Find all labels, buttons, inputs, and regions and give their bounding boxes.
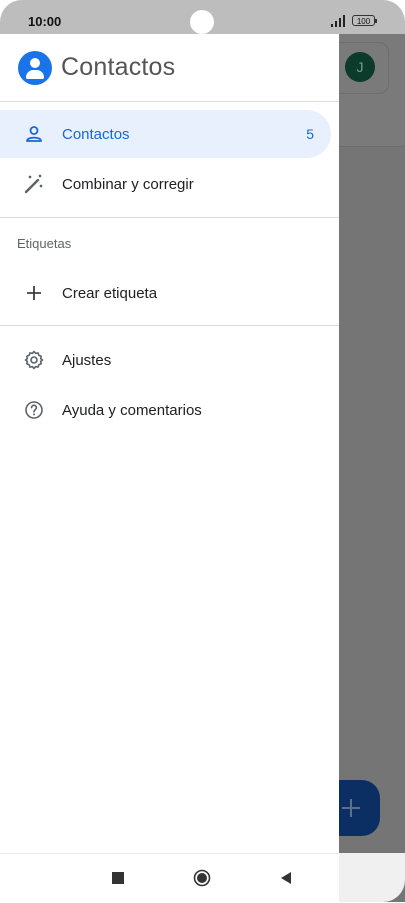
status-bar: 10:00 100 <box>0 0 405 34</box>
divider <box>0 325 339 326</box>
status-time: 10:00 <box>28 14 62 29</box>
nav-item-label: Crear etiqueta <box>62 285 158 302</box>
app-title: Contactos <box>61 53 176 81</box>
person-icon <box>26 126 42 142</box>
nav-item-help[interactable]: Ayuda y comentarios <box>0 386 331 434</box>
scrim[interactable] <box>339 34 405 902</box>
signal-icon <box>331 15 345 27</box>
nav-item-merge-fix[interactable]: Combinar y corregir <box>0 160 331 208</box>
triangle-icon[interactable] <box>279 871 293 885</box>
navigation-drawer: Contactos Contactos 5 Combinar y corregi… <box>0 34 339 853</box>
magic-wand-icon <box>24 174 43 194</box>
background-avatar: J <box>345 52 375 82</box>
system-nav-bar <box>0 853 339 903</box>
nav-item-label: Contactos <box>62 126 130 143</box>
background-bottom <box>339 853 405 902</box>
contacts-count: 5 <box>306 126 314 142</box>
help-circle-icon <box>25 401 43 419</box>
square-icon[interactable] <box>112 872 124 884</box>
divider <box>0 217 339 218</box>
contacts-logo-icon <box>18 51 52 85</box>
circle-icon[interactable] <box>193 869 211 887</box>
battery-icon: 100 <box>352 15 377 26</box>
front-camera <box>190 10 214 34</box>
gear-icon <box>24 350 44 370</box>
nav-item-contacts[interactable]: Contactos 5 <box>0 110 331 158</box>
nav-item-label: Ayuda y comentarios <box>62 402 202 419</box>
nav-item-label: Ajustes <box>62 352 112 369</box>
nav-item-create-label[interactable]: Crear etiqueta <box>0 269 331 317</box>
nav-item-settings[interactable]: Ajustes <box>0 336 331 384</box>
plus-icon <box>27 286 41 300</box>
nav-item-label: Combinar y corregir <box>62 176 194 193</box>
labels-section-heading: Etiquetas <box>17 236 72 251</box>
drawer-header: Contactos <box>0 34 339 102</box>
